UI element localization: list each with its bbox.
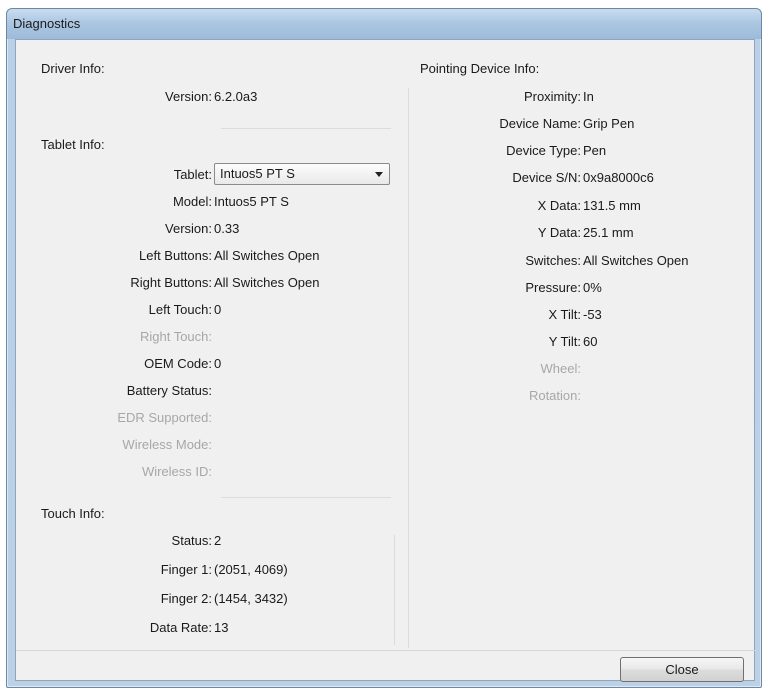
model-label: Model:	[172, 194, 212, 209]
switches-value: All Switches Open	[583, 253, 689, 268]
pressure-row: Pressure: 0%	[408, 279, 756, 297]
touch-status-label: Status:	[171, 533, 212, 548]
dialog-client-area: Driver Info: Version: 6.2.0a3 Tablet Inf…	[15, 39, 756, 682]
chevron-down-icon	[375, 172, 383, 177]
left-buttons-row: Left Buttons: All Switches Open	[16, 247, 396, 265]
device-sn-row: Device S/N: 0x9a8000c6	[408, 169, 756, 187]
tablet-version-value: 0.33	[214, 221, 240, 236]
oem-code-row: OEM Code: 0	[16, 355, 396, 373]
data-rate-value: 13	[214, 620, 229, 635]
device-name-row: Device Name: Grip Pen	[408, 115, 756, 133]
right-buttons-value: All Switches Open	[214, 275, 320, 290]
right-buttons-row: Right Buttons: All Switches Open	[16, 274, 396, 292]
y-data-value: 25.1 mm	[583, 225, 634, 240]
footer-divider	[16, 650, 756, 651]
finger2-label: Finger 2:	[160, 591, 212, 606]
edr-supported-row: EDR Supported:	[16, 409, 396, 427]
finger2-row: Finger 2: (1454, 3432)	[16, 590, 396, 608]
tablet-select[interactable]: Intuos5 PT S	[214, 163, 390, 185]
tablet-info-heading: Tablet Info:	[41, 137, 105, 152]
finger1-value: (2051, 4069)	[214, 562, 288, 577]
oem-code-label: OEM Code:	[144, 356, 212, 371]
finger1-row: Finger 1: (2051, 4069)	[16, 561, 396, 579]
left-buttons-value: All Switches Open	[214, 248, 320, 263]
device-name-value: Grip Pen	[583, 116, 635, 131]
left-panel-divider	[394, 535, 395, 645]
proximity-row: Proximity: In	[408, 88, 756, 106]
left-panel: Driver Info: Version: 6.2.0a3 Tablet Inf…	[16, 40, 396, 640]
x-tilt-value: -53	[583, 307, 602, 322]
tablet-label: Tablet:	[173, 167, 212, 182]
touch-info-heading: Touch Info:	[41, 506, 105, 521]
oem-code-value: 0	[214, 356, 222, 371]
x-data-label: X Data:	[537, 198, 581, 213]
model-value: Intuos5 PT S	[214, 194, 289, 209]
wireless-mode-label: Wireless Mode:	[122, 437, 212, 452]
x-tilt-row: X Tilt: -53	[408, 306, 756, 324]
left-touch-row: Left Touch: 0	[16, 301, 396, 319]
rotation-label: Rotation:	[528, 388, 581, 403]
battery-status-label: Battery Status:	[126, 383, 212, 398]
battery-status-row: Battery Status:	[16, 382, 396, 400]
title-bar[interactable]: Diagnostics	[7, 9, 761, 39]
data-rate-label: Data Rate:	[149, 620, 212, 635]
data-rate-row: Data Rate: 13	[16, 619, 396, 637]
right-touch-label: Right Touch:	[139, 329, 212, 344]
close-button[interactable]: Close	[620, 657, 744, 682]
touch-status-row: Status: 2	[16, 532, 396, 550]
tablet-select-value: Intuos5 PT S	[220, 166, 295, 181]
x-tilt-label: X Tilt:	[548, 307, 581, 322]
touch-status-value: 2	[214, 533, 222, 548]
wireless-id-row: Wireless ID:	[16, 463, 396, 481]
switches-label: Switches:	[525, 253, 581, 268]
y-tilt-label: Y Tilt:	[548, 334, 581, 349]
device-type-value: Pen	[583, 143, 607, 158]
finger1-label: Finger 1:	[160, 562, 212, 577]
driver-info-divider	[221, 128, 391, 129]
y-tilt-row: Y Tilt: 60	[408, 333, 756, 351]
x-data-value: 131.5 mm	[583, 198, 641, 213]
driver-info-heading: Driver Info:	[41, 61, 105, 76]
proximity-label: Proximity:	[523, 89, 581, 104]
device-sn-value: 0x9a8000c6	[583, 170, 654, 185]
wireless-mode-row: Wireless Mode:	[16, 436, 396, 454]
device-type-row: Device Type: Pen	[408, 142, 756, 160]
y-data-row: Y Data: 25.1 mm	[408, 224, 756, 242]
right-buttons-label: Right Buttons:	[130, 275, 212, 290]
x-data-row: X Data: 131.5 mm	[408, 197, 756, 215]
device-sn-label: Device S/N:	[512, 170, 581, 185]
pressure-value: 0%	[583, 280, 602, 295]
driver-version-label: Version:	[165, 89, 212, 104]
right-panel: Pointing Device Info: Proximity: In Devi…	[408, 40, 756, 640]
tablet-version-label: Version:	[165, 221, 212, 236]
switches-row: Switches: All Switches Open	[408, 252, 756, 270]
window-title: Diagnostics	[13, 16, 81, 31]
rotation-row: Rotation:	[408, 387, 756, 405]
driver-version-row: Version: 6.2.0a3	[16, 88, 396, 106]
pointing-device-info-heading: Pointing Device Info:	[420, 61, 540, 76]
tablet-info-divider	[221, 497, 391, 498]
left-touch-value: 0	[214, 302, 222, 317]
device-type-label: Device Type:	[506, 143, 581, 158]
wheel-label: Wheel:	[540, 361, 581, 376]
driver-version-value: 6.2.0a3	[214, 89, 258, 104]
left-touch-label: Left Touch:	[148, 302, 212, 317]
diagnostics-window: Diagnostics Driver Info: Version: 6.2.0a…	[6, 8, 762, 688]
y-tilt-value: 60	[583, 334, 598, 349]
pressure-label: Pressure:	[525, 280, 581, 295]
right-touch-row: Right Touch:	[16, 328, 396, 346]
wireless-id-label: Wireless ID:	[141, 464, 212, 479]
proximity-value: In	[583, 89, 594, 104]
model-row: Model: Intuos5 PT S	[16, 193, 396, 211]
tablet-version-row: Version: 0.33	[16, 220, 396, 238]
device-name-label: Device Name:	[499, 116, 581, 131]
y-data-label: Y Data:	[537, 225, 581, 240]
left-buttons-label: Left Buttons:	[139, 248, 212, 263]
finger2-value: (1454, 3432)	[214, 591, 288, 606]
edr-supported-label: EDR Supported:	[117, 410, 212, 425]
wheel-row: Wheel:	[408, 360, 756, 378]
